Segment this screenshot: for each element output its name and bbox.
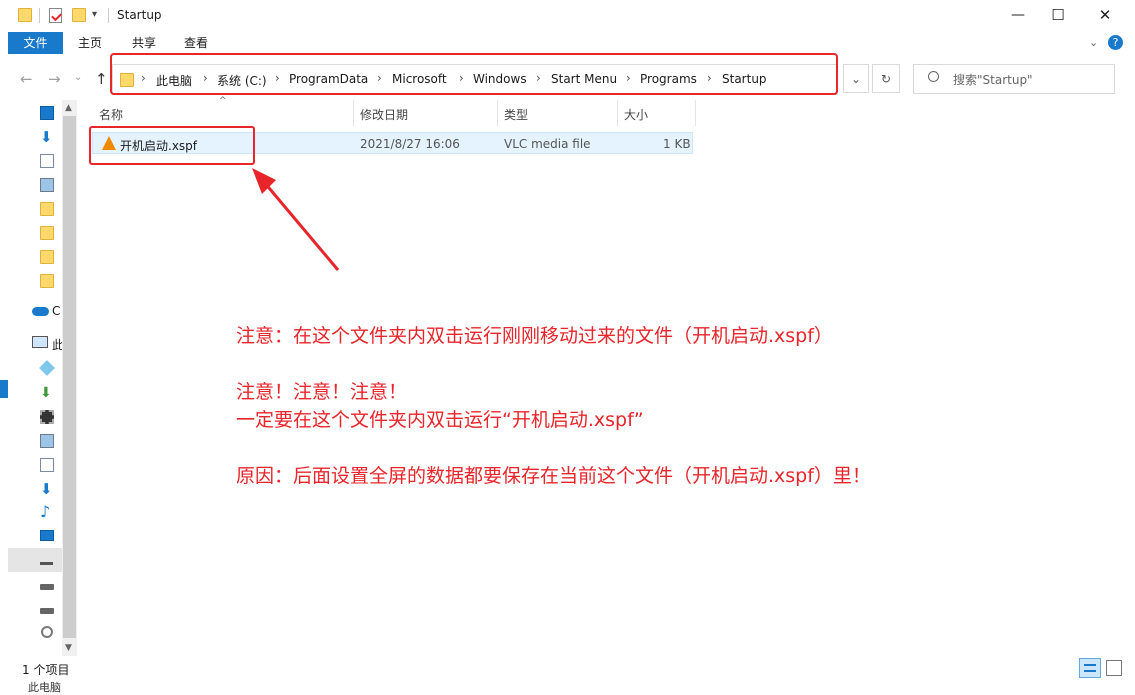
nav-scrollbar-thumb[interactable] bbox=[63, 116, 76, 638]
help-icon[interactable]: ? bbox=[1108, 35, 1123, 50]
download-icon[interactable]: ⬇ bbox=[40, 130, 54, 145]
document-icon[interactable] bbox=[40, 154, 54, 168]
column-divider[interactable] bbox=[695, 100, 696, 126]
drive-icon[interactable] bbox=[40, 584, 54, 590]
document-icon[interactable] bbox=[40, 458, 54, 472]
column-header-modified[interactable]: 修改日期 bbox=[360, 106, 408, 123]
expand-ribbon-icon[interactable]: ⌄ bbox=[1089, 36, 1098, 49]
picture-icon[interactable] bbox=[40, 434, 54, 448]
annotation-arrow bbox=[252, 168, 340, 271]
new-folder-icon[interactable] bbox=[72, 8, 86, 22]
desktop-icon[interactable] bbox=[40, 106, 54, 120]
onedrive-label[interactable]: C bbox=[52, 304, 60, 318]
scroll-down-icon[interactable]: ▼ bbox=[65, 643, 72, 653]
note-line-1: 注意：在这个文件夹内双击运行刚刚移动过来的文件（开机启动.xspf） bbox=[236, 325, 833, 347]
music-icon[interactable]: ♪ bbox=[40, 504, 54, 520]
file-highlight-box bbox=[89, 126, 255, 165]
search-box[interactable]: 搜索"Startup" bbox=[913, 64, 1115, 94]
note-line-3: 一定要在这个文件夹内双击运行“开机启动.xspf” bbox=[236, 409, 644, 431]
partial-window-edge bbox=[0, 380, 8, 398]
tab-home[interactable]: 主页 bbox=[72, 32, 108, 54]
folder-icon bbox=[18, 8, 32, 22]
title-bar: ▾ Startup — ☐ ✕ bbox=[0, 0, 1135, 32]
folder-icon[interactable] bbox=[40, 202, 54, 216]
sort-ascending-icon: ^ bbox=[219, 96, 227, 106]
desktop-icon[interactable] bbox=[40, 530, 54, 541]
large-icons-view-button[interactable] bbox=[1106, 660, 1122, 676]
close-button[interactable]: ✕ bbox=[1082, 0, 1128, 30]
back-arrow-icon[interactable]: ← bbox=[20, 70, 33, 88]
column-header-type[interactable]: 类型 bbox=[504, 106, 528, 123]
picture-icon[interactable] bbox=[40, 178, 54, 192]
divider bbox=[39, 8, 40, 23]
download-icon[interactable]: ⬇ bbox=[40, 482, 54, 497]
up-arrow-icon[interactable]: ↑ bbox=[95, 70, 108, 88]
3d-objects-icon[interactable] bbox=[39, 360, 55, 376]
window-title: Startup bbox=[117, 8, 162, 22]
file-modified: 2021/8/27 16:06 bbox=[360, 137, 460, 151]
scroll-up-icon[interactable]: ▲ bbox=[65, 103, 72, 113]
search-icon bbox=[928, 71, 939, 82]
drive-icon[interactable] bbox=[40, 608, 54, 614]
customize-toolbar-icon[interactable]: ▾ bbox=[92, 9, 97, 20]
download-icon[interactable]: ⬇ bbox=[40, 386, 54, 400]
onedrive-icon[interactable] bbox=[32, 307, 49, 316]
column-header-name[interactable]: 名称 bbox=[99, 106, 123, 123]
address-highlight-box bbox=[110, 53, 838, 95]
properties-icon[interactable] bbox=[49, 8, 62, 23]
maximize-button[interactable]: ☐ bbox=[1035, 0, 1081, 30]
tab-file[interactable]: 文件 bbox=[8, 32, 63, 54]
address-dropdown-button[interactable]: ⌄ bbox=[843, 64, 869, 93]
cd-drive-icon[interactable] bbox=[41, 626, 53, 638]
column-divider[interactable] bbox=[497, 100, 498, 126]
recent-locations-icon[interactable]: ⌄ bbox=[74, 72, 82, 83]
taskbar-label: 此电脑 bbox=[28, 681, 61, 694]
folder-icon[interactable] bbox=[40, 274, 54, 288]
note-line-4: 原因：后面设置全屏的数据都要保存在当前这个文件（开机启动.xspf）里！ bbox=[236, 465, 871, 487]
column-divider[interactable] bbox=[617, 100, 618, 126]
column-divider[interactable] bbox=[353, 100, 354, 126]
network-drive-icon bbox=[40, 554, 53, 565]
details-view-button[interactable] bbox=[1079, 658, 1101, 678]
this-pc-icon[interactable] bbox=[32, 336, 48, 348]
item-count: 1 个项目 bbox=[22, 663, 70, 677]
file-size: 1 KB bbox=[663, 137, 691, 151]
tab-share[interactable]: 共享 bbox=[126, 32, 162, 54]
folder-icon[interactable] bbox=[40, 226, 54, 240]
refresh-button[interactable]: ↻ bbox=[872, 64, 900, 93]
file-type: VLC media file bbox=[504, 137, 591, 151]
folder-icon[interactable] bbox=[40, 250, 54, 264]
status-bar: 1 个项目 此电脑 bbox=[0, 656, 1135, 694]
video-icon[interactable] bbox=[40, 410, 54, 424]
forward-arrow-icon[interactable]: → bbox=[48, 70, 61, 88]
column-header-size[interactable]: 大小 bbox=[624, 106, 648, 123]
search-placeholder[interactable]: 搜索"Startup" bbox=[953, 71, 1033, 88]
tab-view[interactable]: 查看 bbox=[178, 32, 214, 54]
selected-nav-item[interactable] bbox=[8, 548, 62, 572]
ribbon-tabs: 文件 主页 共享 查看 ⌄ ? bbox=[0, 32, 1135, 54]
divider bbox=[108, 8, 109, 23]
note-line-2: 注意！注意！注意！ bbox=[236, 381, 408, 403]
